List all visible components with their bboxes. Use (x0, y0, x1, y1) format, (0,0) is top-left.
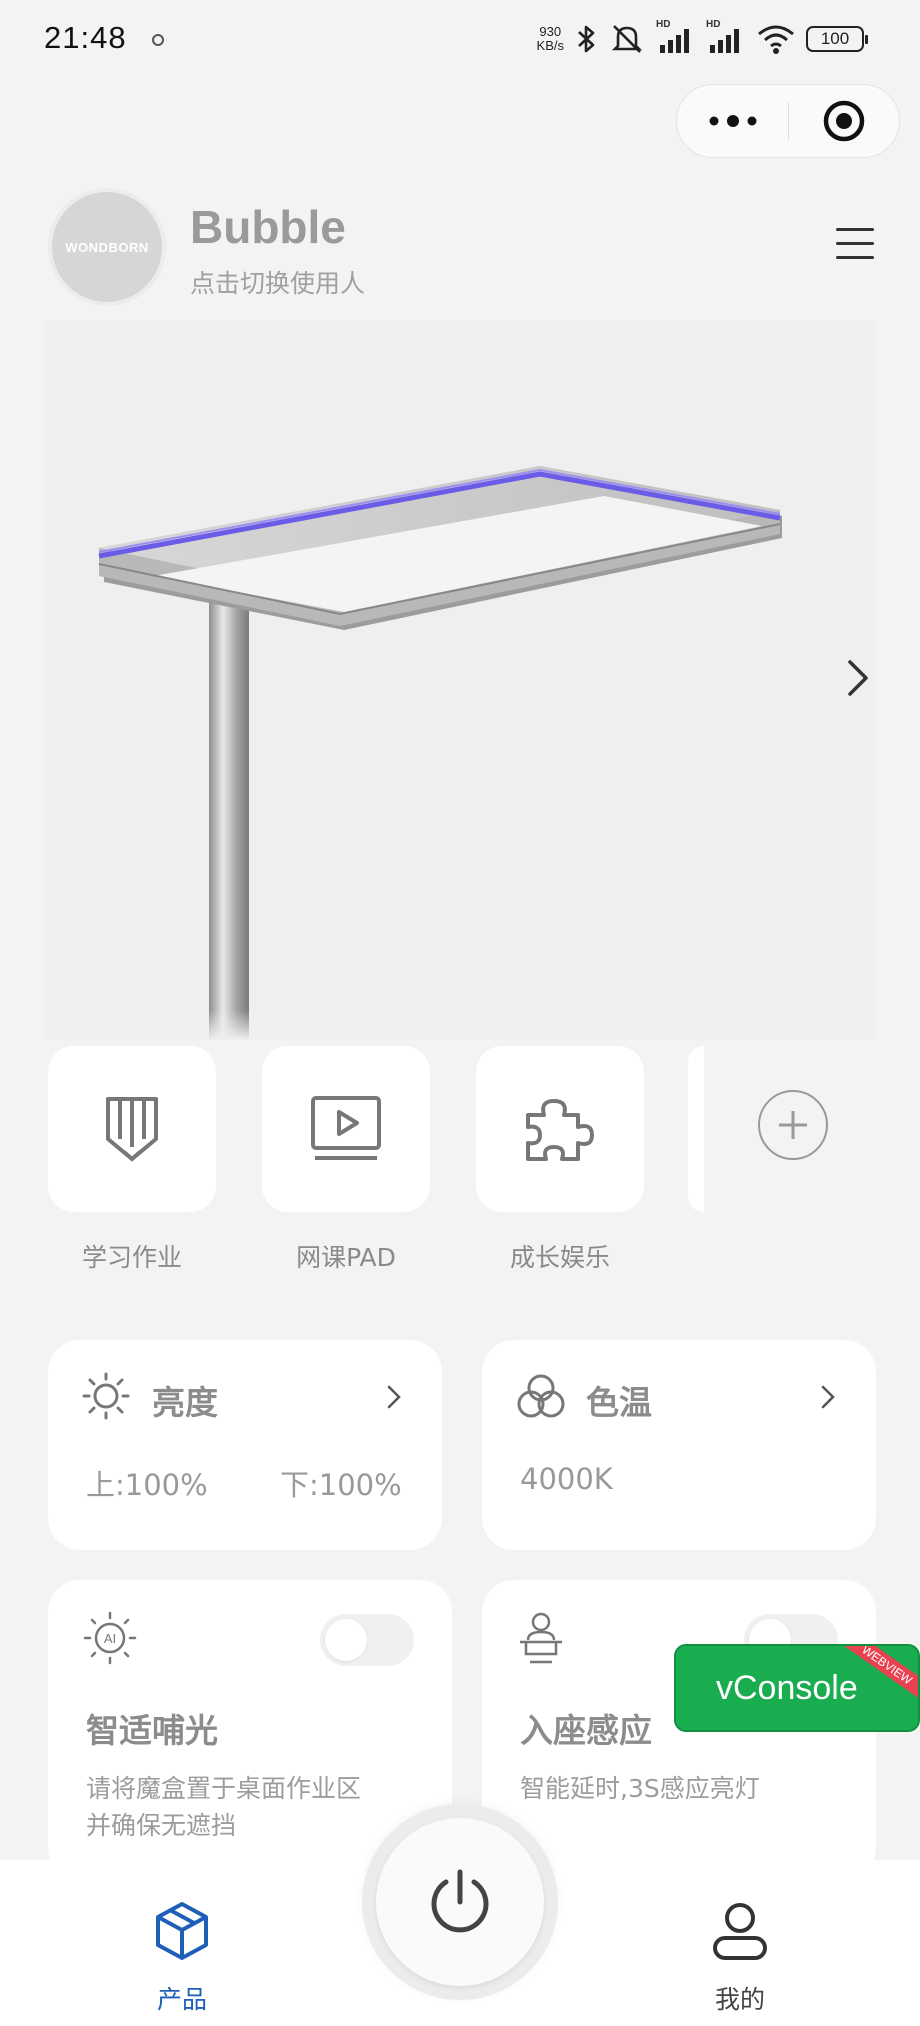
pencil-icon (106, 1097, 158, 1162)
vconsole-label: vConsole (716, 1668, 858, 1707)
tab-mine[interactable]: 我的 (680, 1900, 800, 2016)
brightness-lower: 下:100% (280, 1468, 402, 1502)
brightness-card[interactable]: 亮度 上:100% 下:100% (48, 1340, 442, 1550)
seat-sense-desc: 智能延时,3S感应亮灯 (520, 1774, 760, 1803)
puzzle-icon (526, 1099, 594, 1161)
add-mode-button[interactable] (758, 1090, 828, 1160)
mode-card[interactable] (48, 1046, 216, 1212)
mode-label: 网课PAD (296, 1243, 396, 1272)
hamburger-menu-icon[interactable] (836, 228, 876, 264)
next-arrow-icon[interactable] (838, 654, 878, 702)
seat-sense-title: 入座感应 (520, 1711, 652, 1750)
mode-label: 成长娱乐 (509, 1243, 610, 1272)
smart-light-toggle[interactable] (320, 1614, 414, 1666)
color-temp-title: 色温 (586, 1383, 652, 1422)
network-speed: 930 KB/s (537, 25, 564, 53)
color-temp-value: 4000K (520, 1462, 613, 1496)
notification-dot-icon (152, 34, 164, 46)
mode-entertainment[interactable]: 成长娱乐 (476, 1046, 644, 1274)
brightness-title: 亮度 (152, 1383, 218, 1422)
status-icons: 930 KB/s HD HD 100 (537, 19, 868, 56)
lamp-image (44, 320, 876, 1040)
mini-program-capsule (676, 84, 900, 158)
tab-mine-label: 我的 (714, 1985, 765, 2014)
color-circles-icon (517, 1374, 565, 1418)
status-bar: 21:48 930 KB/s HD HD 100 (0, 0, 920, 82)
more-button[interactable] (677, 85, 788, 157)
battery-icon: 100 (806, 26, 868, 52)
tab-product-label: 产品 (156, 1985, 207, 2014)
smart-light-desc: 请将魔盒置于桌面作业区 并确保无遮挡 (86, 1770, 361, 1844)
person-icon (713, 1903, 767, 1960)
vconsole-button[interactable]: vConsole WEBVIEW (674, 1644, 920, 1732)
smart-light-title: 智适哺光 (86, 1711, 218, 1750)
mode-online-class[interactable]: 网课PAD (262, 1046, 430, 1274)
cube-icon (156, 1902, 208, 1960)
more-dots-icon (709, 115, 756, 127)
color-temp-card[interactable]: 色温 4000K (482, 1340, 876, 1550)
net-speed-unit: KB/s (536, 38, 564, 53)
signal-icon: HD (706, 19, 746, 55)
smart-light-desc-line1: 请将魔盒置于桌面作业区 (86, 1774, 362, 1803)
chevron-right-icon (387, 1385, 401, 1409)
brightness-upper: 上:100% (86, 1468, 208, 1502)
ai-sun-icon: AI (83, 1611, 137, 1665)
plus-icon (779, 1111, 807, 1139)
sun-icon (82, 1372, 130, 1420)
power-button-inner[interactable] (376, 1818, 544, 1986)
signal-icon: HD (656, 19, 696, 55)
bluetooth-icon (578, 25, 595, 53)
mode-card-partial[interactable] (688, 1046, 704, 1212)
svg-text:AI: AI (104, 1631, 116, 1646)
chevron-right-icon (821, 1385, 835, 1409)
target-close-icon (823, 100, 865, 142)
net-speed-value: 930 (539, 24, 562, 39)
wifi-icon (758, 25, 794, 54)
mode-study[interactable]: 学习作业 (48, 1046, 216, 1274)
mode-label: 学习作业 (81, 1243, 182, 1272)
avatar[interactable]: WONDBORN (48, 188, 166, 306)
switch-user-link[interactable]: 点击切换使用人 (190, 264, 365, 300)
power-button[interactable] (362, 1804, 558, 2000)
close-mini-program-button[interactable] (789, 85, 899, 157)
user-name[interactable]: Bubble (190, 200, 346, 254)
power-icon (431, 1869, 489, 1933)
smart-light-desc-line2: 并确保无遮挡 (86, 1811, 237, 1840)
mode-card[interactable] (476, 1046, 644, 1212)
lamp-illustration (98, 466, 782, 1040)
video-play-icon (311, 1096, 381, 1160)
tab-product[interactable]: 产品 (122, 1900, 242, 2016)
status-time: 21:48 (44, 20, 127, 55)
person-desk-icon (520, 1612, 562, 1664)
mode-card[interactable] (262, 1046, 430, 1212)
mute-icon (611, 25, 643, 53)
